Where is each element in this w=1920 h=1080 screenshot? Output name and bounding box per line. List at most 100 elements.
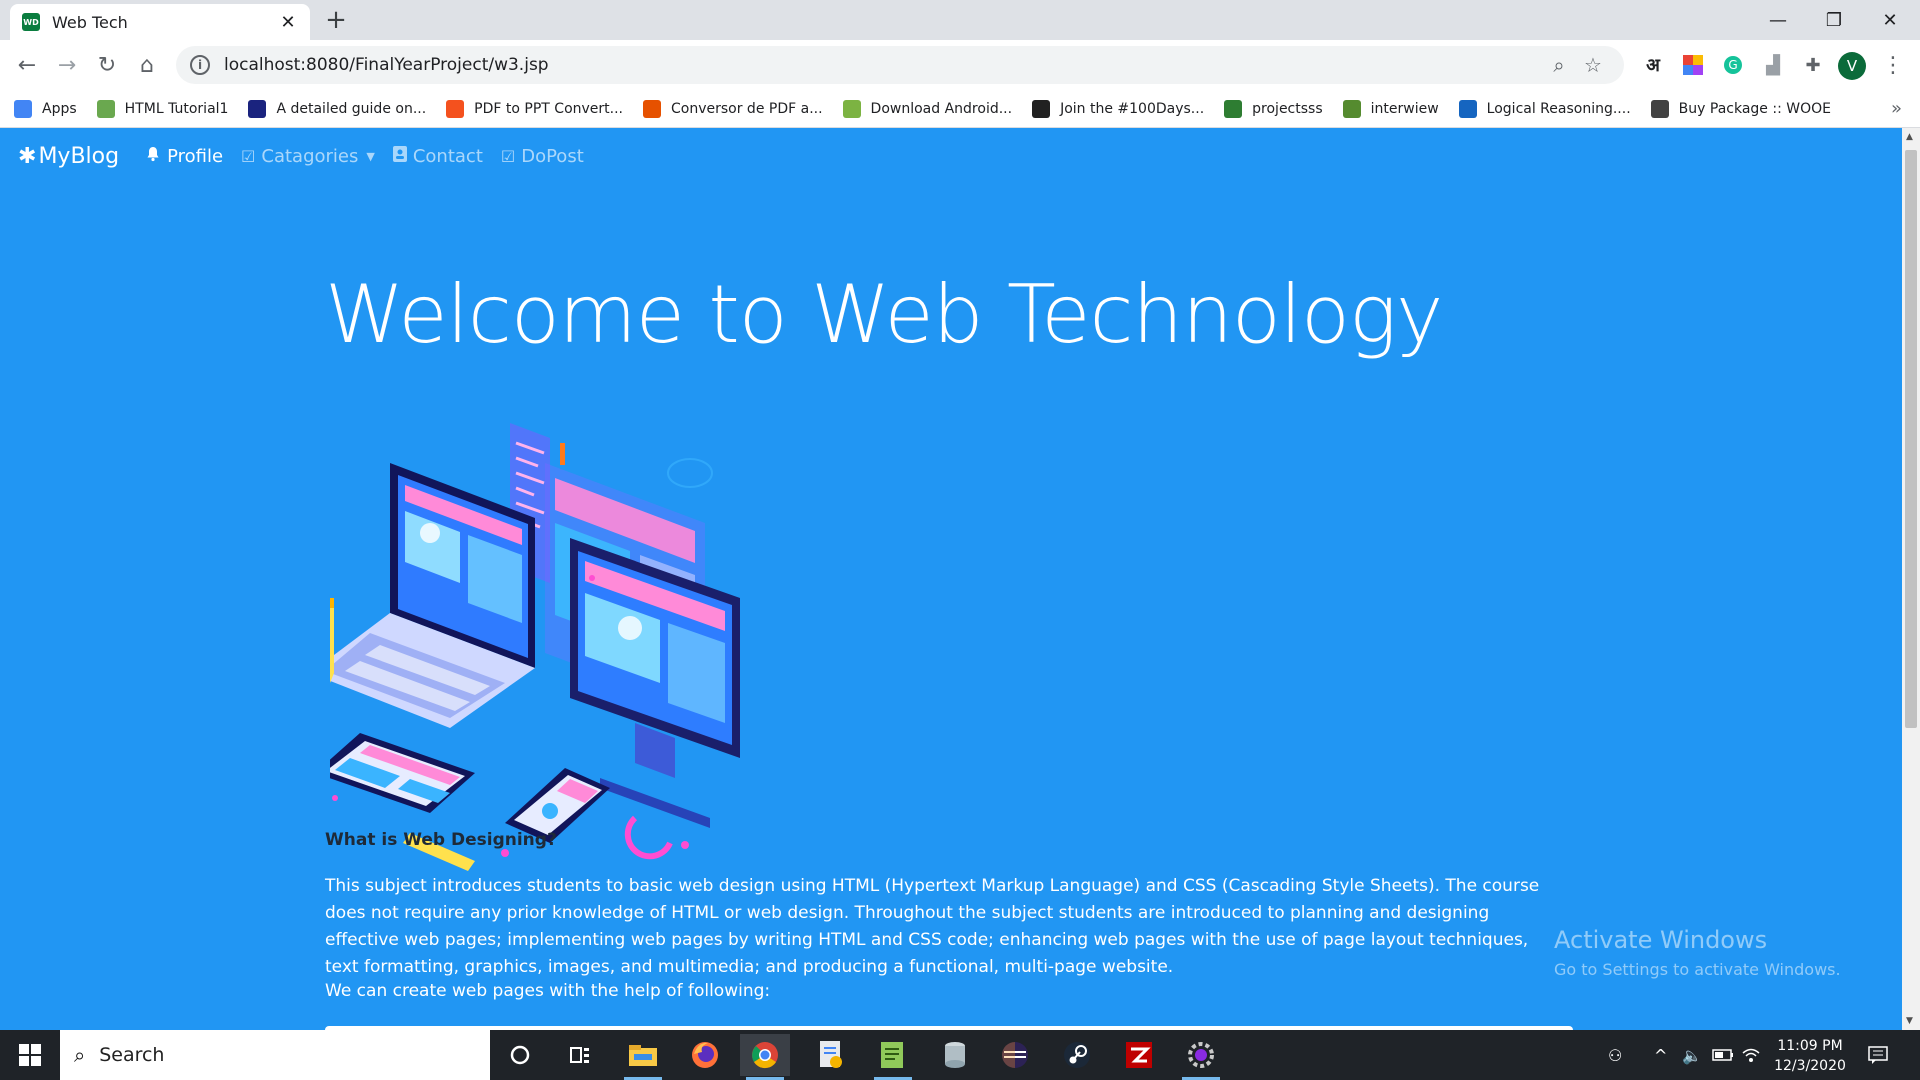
battery-icon[interactable] — [1712, 1030, 1734, 1080]
chrome-taskbar-icon[interactable] — [740, 1034, 790, 1080]
scroll-down-icon[interactable]: ▼ — [1906, 1016, 1913, 1026]
bookmark-item[interactable]: Conversor de PDF a... — [643, 99, 823, 118]
bell-icon — [145, 146, 161, 166]
taskbar-search-placeholder: Search — [99, 1044, 165, 1066]
filezilla-icon[interactable] — [1114, 1034, 1164, 1076]
tab-title: Web Tech — [52, 12, 128, 32]
scroll-thumb[interactable] — [1905, 150, 1917, 728]
reload-button[interactable]: ↻ — [92, 50, 122, 80]
address-url[interactable]: localhost:8080/FinalYearProject/w3.jsp — [224, 55, 1542, 75]
bookmark-label: Conversor de PDF a... — [671, 100, 823, 117]
bookmarks-bar: Apps HTML Tutorial1 A detailed guide on...… — [0, 90, 1920, 128]
bookmark-item[interactable]: Join the #100Days... — [1032, 99, 1205, 118]
bookmark-favicon-icon — [1342, 99, 1361, 118]
section-heading: What is Web Designing? — [325, 830, 557, 850]
watermark-subtitle: Go to Settings to activate Windows. — [1554, 960, 1841, 979]
document-editor-icon[interactable] — [806, 1034, 856, 1076]
bookmark-item[interactable]: Logical Reasoning.... — [1458, 99, 1631, 118]
chrome-menu-icon[interactable]: ⋮ — [1880, 52, 1906, 78]
activate-windows-watermark: Activate Windows Go to Settings to activ… — [1554, 926, 1841, 979]
nav-profile[interactable]: Profile — [145, 146, 223, 167]
bookmark-item[interactable]: interwiew — [1342, 99, 1439, 118]
bookmark-label: Download Android... — [870, 100, 1013, 117]
notepad-plus-icon[interactable] — [868, 1034, 918, 1080]
brand-label: MyBlog — [38, 143, 120, 169]
asterisk-icon: ✱ — [18, 143, 37, 169]
bookmark-favicon-icon — [446, 99, 465, 118]
bookmark-label: projectsss — [1252, 100, 1323, 117]
hindi-extension-icon[interactable]: अ — [1640, 52, 1666, 78]
grammarly-icon[interactable]: G — [1720, 52, 1746, 78]
firefox-icon[interactable] — [680, 1034, 730, 1076]
bookmark-label: Join the #100Days... — [1060, 100, 1205, 117]
database-icon[interactable] — [930, 1034, 980, 1076]
nav-categories-dropdown[interactable]: ☑ Catagories ▼ — [241, 146, 375, 167]
browser-tab[interactable]: WD Web Tech ✕ — [10, 4, 310, 40]
nav-profile-label: Profile — [167, 145, 224, 167]
bookmark-label: Apps — [42, 100, 77, 117]
eclipse-icon[interactable] — [990, 1034, 1040, 1076]
bookmark-item[interactable]: Buy Package :: WOOE — [1650, 99, 1831, 118]
close-window-button[interactable]: ✕ — [1862, 0, 1918, 40]
back-button[interactable]: ← — [12, 50, 42, 80]
bookmark-item[interactable]: projectsss — [1224, 99, 1323, 118]
hero-title: Welcome to Web Technology — [325, 268, 1443, 361]
bookmarks-overflow-icon[interactable]: » — [1891, 98, 1902, 119]
nav-contact[interactable]: Contact — [392, 146, 483, 167]
tab-close-icon[interactable]: ✕ — [278, 12, 298, 33]
bookmark-favicon-icon — [842, 99, 861, 118]
clock-date: 12/3/2020 — [1774, 1058, 1846, 1074]
color-extension-icon[interactable] — [1680, 52, 1706, 78]
svg-text:G: G — [1728, 58, 1737, 72]
bookmark-item[interactable]: Download Android... — [842, 99, 1013, 118]
watermark-title: Activate Windows — [1554, 926, 1768, 954]
bookmark-item[interactable]: Apps — [14, 99, 77, 118]
brand-link[interactable]: ✱ MyBlog — [18, 144, 119, 169]
profile-avatar[interactable]: V — [1838, 52, 1866, 80]
home-button[interactable]: ⌂ — [132, 50, 162, 80]
bookmark-item[interactable]: A detailed guide on... — [248, 99, 426, 118]
start-button[interactable] — [0, 1030, 60, 1080]
people-icon[interactable]: ⚇ — [1608, 1030, 1622, 1080]
taskbar-clock[interactable]: 11:09 PM 12/3/2020 — [1760, 1036, 1860, 1076]
wifi-icon[interactable] — [1742, 1030, 1760, 1080]
analytics-extension-icon[interactable]: ▟ — [1760, 52, 1786, 78]
bookmark-item[interactable]: HTML Tutorial1 — [96, 99, 228, 118]
file-explorer-icon[interactable] — [618, 1034, 668, 1080]
search-icon: ⌕ — [74, 1043, 86, 1067]
bookmark-label: Logical Reasoning.... — [1486, 100, 1631, 117]
address-bar[interactable]: i localhost:8080/FinalYearProject/w3.jsp… — [176, 46, 1624, 84]
action-center-icon[interactable] — [1868, 1030, 1888, 1080]
new-tab-button[interactable]: + — [318, 5, 354, 35]
scroll-up-icon[interactable]: ▲ — [1906, 132, 1913, 142]
apps-grid-icon — [14, 99, 32, 118]
zoom-icon[interactable]: ⌕ — [1542, 50, 1576, 80]
site-info-icon[interactable]: i — [190, 55, 210, 75]
browser-toolbar: ← → ↻ ⌂ i localhost:8080/FinalYearProjec… — [0, 40, 1920, 90]
task-view-icon[interactable] — [555, 1034, 605, 1076]
steam-icon[interactable] — [1052, 1034, 1102, 1076]
cortana-icon[interactable] — [495, 1034, 545, 1076]
settings-gear-icon[interactable] — [1176, 1034, 1226, 1080]
intro-followup: We can create web pages with the help of… — [325, 981, 771, 1001]
windows-logo-icon — [19, 1044, 41, 1066]
check-square-icon: ☑ — [241, 146, 256, 166]
page-viewport: ✱ MyBlog Profile ☑ Catagories ▼ Contact … — [0, 128, 1920, 1030]
bookmark-favicon-icon — [1650, 99, 1669, 118]
site-navbar: ✱ MyBlog Profile ☑ Catagories ▼ Contact … — [0, 128, 1902, 184]
minimize-button[interactable]: — — [1750, 0, 1806, 40]
extensions-puzzle-icon[interactable]: ✚ — [1800, 52, 1826, 78]
intro-paragraph: This subject introduces students to basi… — [325, 876, 1540, 977]
restore-button[interactable]: ❐ — [1806, 0, 1862, 40]
bookmark-item[interactable]: PDF to PPT Convert... — [446, 99, 623, 118]
volume-icon[interactable]: 🔈 — [1682, 1030, 1702, 1080]
windows-taskbar: ⌕ Search ⚇ ^ 🔈 11:09 PM 12/3/2020 — [0, 1030, 1920, 1080]
page-scrollbar[interactable]: ▲ ▼ — [1902, 128, 1920, 1030]
nav-dopost[interactable]: ☑ DoPost — [501, 146, 584, 167]
forward-button[interactable]: → — [52, 50, 82, 80]
contact-card-icon — [392, 146, 407, 166]
tray-overflow-icon[interactable]: ^ — [1654, 1030, 1667, 1080]
bookmark-favicon-icon — [643, 99, 661, 118]
taskbar-search[interactable]: ⌕ Search — [60, 1030, 490, 1080]
bookmark-star-icon[interactable]: ☆ — [1576, 50, 1610, 80]
